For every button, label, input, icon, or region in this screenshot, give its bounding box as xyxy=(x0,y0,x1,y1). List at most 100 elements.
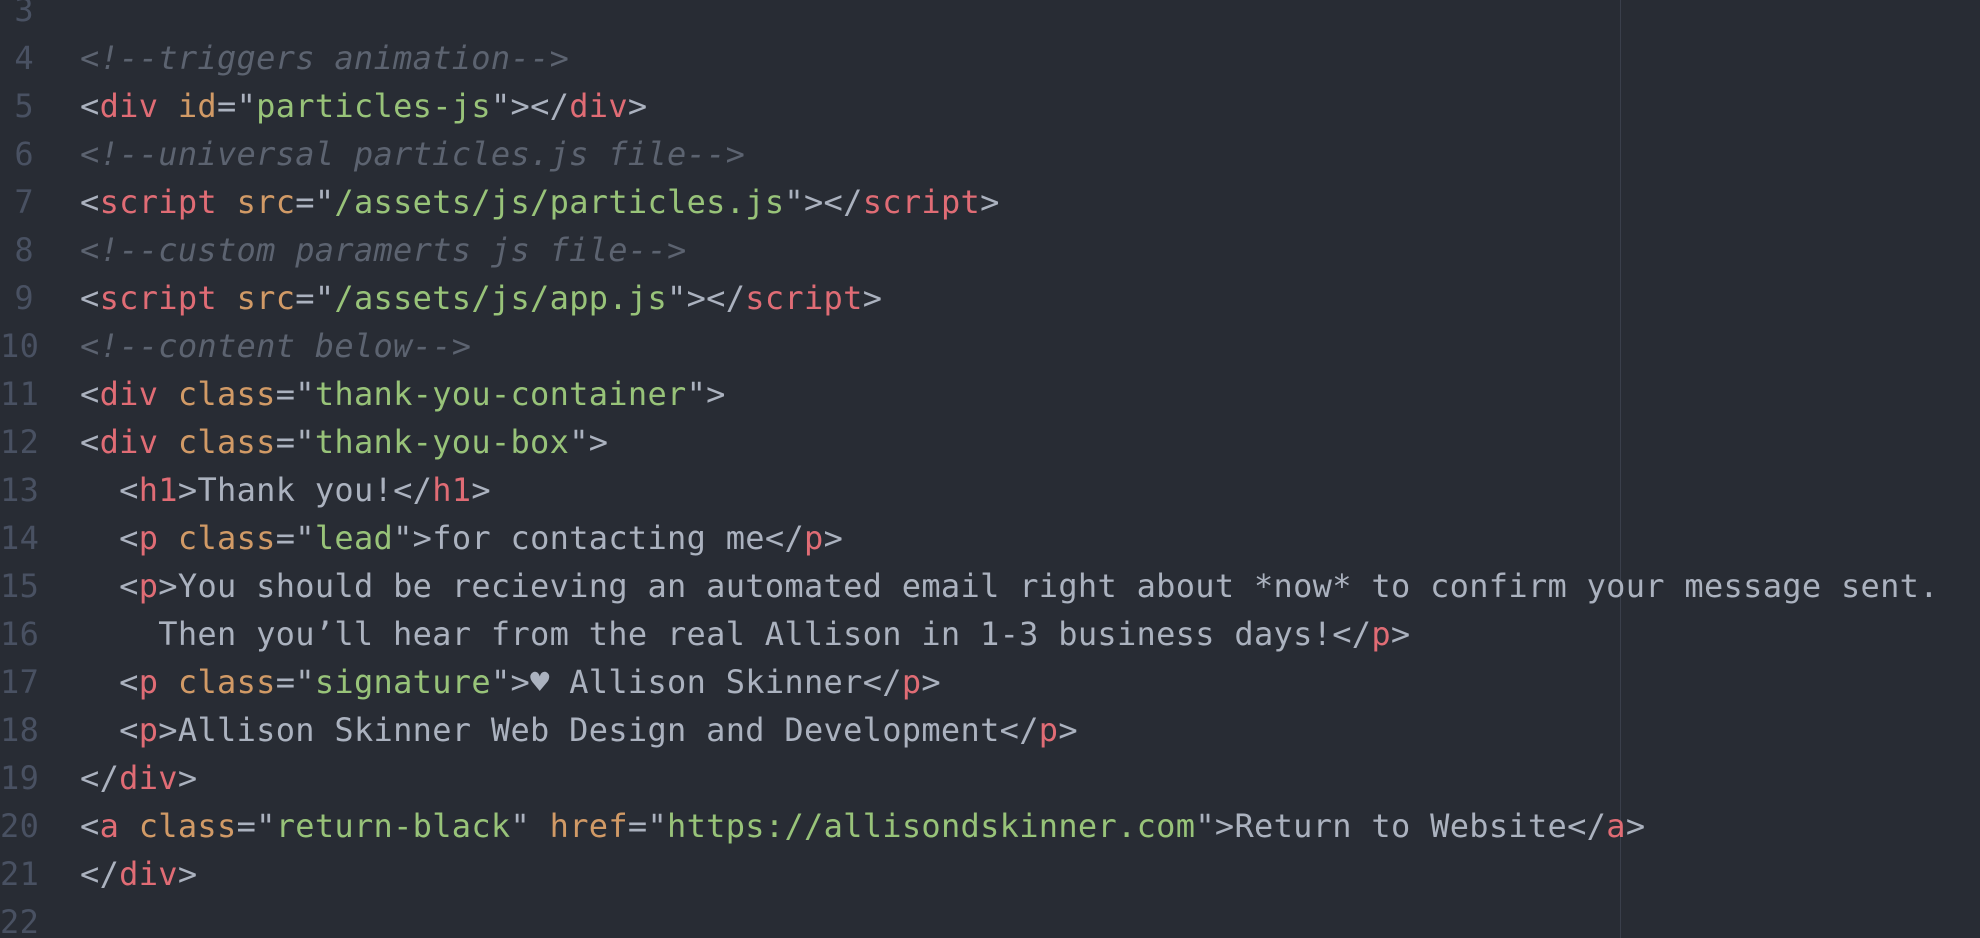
code-token-close: "></ xyxy=(784,183,863,221)
code-token-eq2: =" xyxy=(627,807,668,845)
line-content: Then you’ll hear from the real Allison i… xyxy=(80,610,1411,658)
code-token-text: You should be recieving an automated ema… xyxy=(177,567,1939,605)
line-number: 20 xyxy=(0,807,40,845)
code-token-attr: class xyxy=(177,663,276,701)
code-token-val: lead xyxy=(314,519,394,557)
code-token-indent xyxy=(80,615,158,653)
code-token-attr: src xyxy=(236,279,296,317)
code-token-eq: =" xyxy=(295,279,335,317)
code-token-text: Thank you! xyxy=(197,471,394,509)
line-content: <script src="/assets/js/app.js"></script… xyxy=(80,274,882,322)
code-token-eq: =" xyxy=(275,663,315,701)
code-token-val: thank-you-box xyxy=(314,423,570,461)
code-token-attr: id xyxy=(177,87,217,125)
code-token-open: < xyxy=(80,375,100,413)
code-token-close: </ xyxy=(999,711,1039,749)
code-token-end: > xyxy=(177,759,198,797)
line-content: </div> xyxy=(80,754,197,802)
code-token-val: signature xyxy=(314,663,491,701)
code-token-val: particles-js xyxy=(256,87,491,125)
line-number: 15 xyxy=(0,567,40,605)
code-token-close: </ xyxy=(393,471,433,509)
code-token-end: > xyxy=(921,663,941,701)
line-number: 10 xyxy=(0,327,40,365)
code-token-tag2: script xyxy=(745,279,863,317)
line-number: 11 xyxy=(0,375,40,413)
code-token-eq: =" xyxy=(275,423,315,461)
code-token-end: > xyxy=(823,519,844,557)
code-token-tag: p xyxy=(138,519,159,557)
code-token-val2: https://allisondskinner.com xyxy=(667,807,1196,845)
line-content: <h1>Thank you!</h1> xyxy=(80,466,491,514)
line-number: 19 xyxy=(0,759,40,797)
code-token-text: ♥ Allison Skinner xyxy=(530,663,863,701)
code-token-eq: =" xyxy=(275,519,315,557)
code-comment: <!--triggers animation--> xyxy=(80,39,570,77)
code-token-open: </ xyxy=(80,759,120,797)
code-token-text: Allison Skinner Web Design and Developme… xyxy=(177,711,1000,749)
code-token-end: > xyxy=(1625,807,1646,845)
line-content: <!--universal particles.js file--> xyxy=(80,130,745,178)
code-token-indent xyxy=(80,519,119,557)
code-token-mid: "> xyxy=(490,663,531,701)
code-token-indent xyxy=(80,471,119,509)
code-token-open: </ xyxy=(80,855,120,893)
code-token-open: < xyxy=(80,279,100,317)
code-token-end: > xyxy=(627,87,648,125)
line-content: <div class="thank-you-container"> xyxy=(80,370,726,418)
code-token-tag2: script xyxy=(862,183,981,221)
code-token-eq: =" xyxy=(295,183,335,221)
code-token-tag: div xyxy=(99,375,159,413)
line-content: <div id="particles-js"></div> xyxy=(80,82,647,130)
code-token-mid: "> xyxy=(393,519,433,557)
code-token-close: </ xyxy=(764,519,805,557)
code-token-attr: class xyxy=(177,423,276,461)
code-token-tag2: p xyxy=(1371,615,1391,653)
line-number: 16 xyxy=(0,615,40,653)
line-number: 4 xyxy=(14,39,34,77)
line-number: 5 xyxy=(14,87,34,125)
line-content: <!--triggers animation--> xyxy=(80,34,569,82)
code-token-tag: p xyxy=(138,567,159,605)
code-token-end: > xyxy=(980,183,1000,221)
code-token-eq: =" xyxy=(236,807,276,845)
code-token-tag: a xyxy=(99,807,120,845)
code-editor[interactable]: 3 4 <!--triggers animation--> 5 <div id="par… xyxy=(0,0,1980,938)
code-token-val: thank-you-container xyxy=(314,375,687,413)
code-token-end: > xyxy=(862,279,883,317)
code-token-attr: class xyxy=(138,807,237,845)
code-token-val: /assets/js/particles.js xyxy=(334,183,785,221)
code-token-mid: > xyxy=(158,711,178,749)
line-number: 21 xyxy=(0,855,40,893)
code-token-tag2: h1 xyxy=(432,471,472,509)
code-comment: <!--custom paramerts js file--> xyxy=(80,231,687,269)
code-token-mid: "> xyxy=(1195,807,1235,845)
code-comment: <!--content below--> xyxy=(80,327,472,365)
code-token-tag: div xyxy=(119,759,178,797)
code-token-open: < xyxy=(119,711,139,749)
line-number: 12 xyxy=(0,423,40,461)
line-content: <p>Allison Skinner Web Design and Develo… xyxy=(80,706,1078,754)
line-content: <p class="signature">♥ Allison Skinner</… xyxy=(80,658,941,706)
line-number: 3 xyxy=(14,0,34,29)
code-token-attr: class xyxy=(177,375,276,413)
code-token-tag: div xyxy=(99,87,159,125)
code-token-eq: =" xyxy=(275,375,315,413)
code-token-text: Then you’ll hear from the real Allison i… xyxy=(158,615,1333,653)
code-token-attr2: href xyxy=(549,807,628,845)
line-content: </div> xyxy=(80,850,197,898)
code-token-close: </ xyxy=(1567,807,1607,845)
code-token-open: < xyxy=(80,423,100,461)
code-token-open: < xyxy=(80,183,100,221)
line-number: 18 xyxy=(0,711,40,749)
code-token-attr: src xyxy=(236,183,296,221)
code-token-tag: p xyxy=(138,663,159,701)
code-token-text: for contacting me xyxy=(432,519,765,557)
code-token-attr: class xyxy=(177,519,276,557)
line-number: 8 xyxy=(14,231,34,269)
